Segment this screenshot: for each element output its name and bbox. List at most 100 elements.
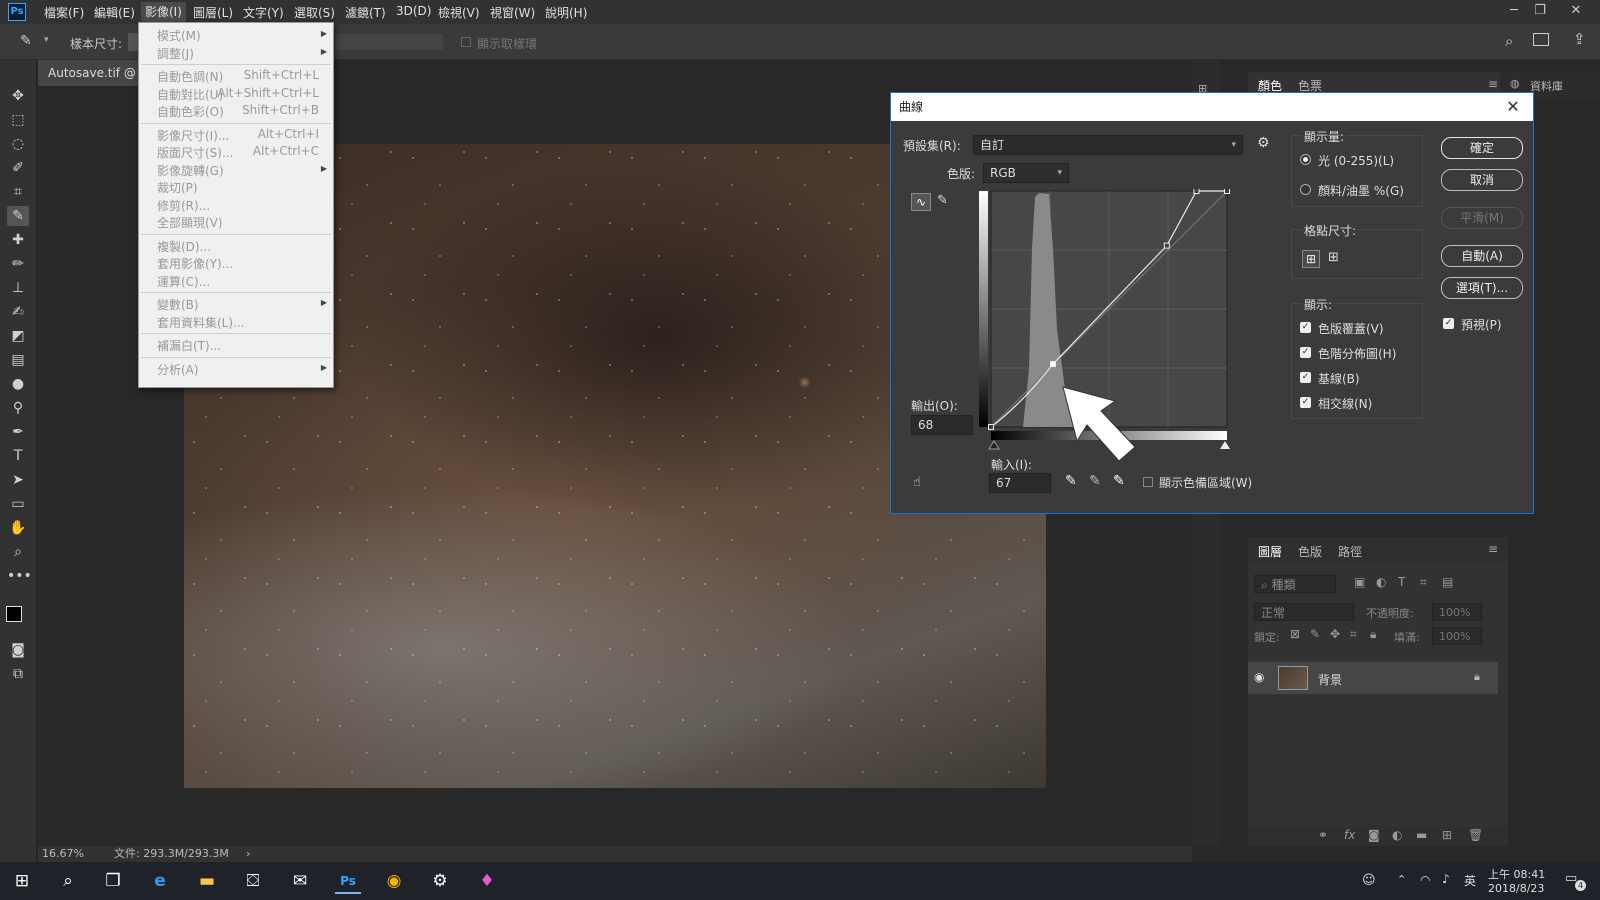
menu-window[interactable]: 視窗(W): [490, 4, 535, 21]
lock-all-icon[interactable]: 🔒︎: [1370, 627, 1376, 642]
image-menu-item[interactable]: 補漏白(T)...: [157, 337, 221, 354]
image-menu-item[interactable]: 變數(B): [157, 296, 199, 313]
new-group-icon[interactable]: ▬: [1416, 828, 1427, 842]
menu-view[interactable]: 檢視(V): [438, 4, 480, 21]
options-button[interactable]: 選項(T)...: [1441, 277, 1523, 299]
eyedropper-tool-icon[interactable]: ✎: [7, 206, 29, 226]
detailed-grid-icon[interactable]: ⊞: [1328, 250, 1339, 265]
kind-filter-select[interactable]: ⌕ 種類: [1254, 575, 1336, 593]
windows-start-icon[interactable]: ⊞: [9, 868, 35, 894]
image-menu-item[interactable]: 複製(D)...: [157, 238, 211, 255]
zoom-tool-icon[interactable]: ⌕: [7, 542, 29, 562]
image-menu-item[interactable]: 調整(J): [157, 45, 194, 62]
image-menu-item[interactable]: 影像尺寸(I)...: [157, 127, 229, 144]
input-field[interactable]: 67: [989, 473, 1051, 493]
preview-checkbox[interactable]: ✓: [1443, 318, 1454, 329]
image-menu-item[interactable]: 套用影像(Y)...: [157, 255, 233, 272]
show-ring-checkbox[interactable]: [461, 37, 471, 47]
layer-name[interactable]: 背景: [1318, 671, 1342, 688]
filter-adjust-icon[interactable]: ◐: [1376, 575, 1386, 589]
menu-3d[interactable]: 3D(D): [396, 4, 431, 18]
foreground-color-swatch[interactable]: [6, 606, 22, 622]
ok-button[interactable]: 確定: [1441, 137, 1523, 159]
screen-mode-icon[interactable]: ⧉: [7, 664, 29, 684]
layers-menu-icon[interactable]: ≡: [1488, 542, 1498, 556]
fill-field[interactable]: 100%: [1432, 627, 1482, 645]
brush-tool-icon[interactable]: ✏: [7, 254, 29, 274]
file-explorer-icon[interactable]: ▬: [194, 868, 220, 894]
task-view-icon[interactable]: ❐: [100, 868, 126, 894]
settings-gear-icon[interactable]: ⚙: [427, 868, 453, 894]
gray-eyedropper-icon[interactable]: ✎: [1089, 473, 1101, 489]
pen-tool-icon[interactable]: ✒: [7, 422, 29, 442]
people-icon[interactable]: ☺: [1362, 873, 1376, 888]
menu-edit[interactable]: 編輯(E): [94, 4, 135, 21]
hand-tool-icon[interactable]: ✋: [7, 518, 29, 538]
chrome-icon[interactable]: ◉: [381, 868, 407, 894]
add-mask-icon[interactable]: ◙: [1368, 828, 1380, 842]
auto-button[interactable]: 自動(A): [1441, 245, 1523, 267]
close-icon[interactable]: ✕: [1503, 93, 1523, 121]
path-select-tool-icon[interactable]: ➤: [7, 470, 29, 490]
histogram-checkbox[interactable]: ✓: [1300, 347, 1311, 358]
image-menu-item[interactable]: 運算(C)...: [157, 273, 210, 290]
move-tool-icon[interactable]: ✥: [7, 86, 29, 106]
intersection-checkbox[interactable]: ✓: [1300, 397, 1311, 408]
paint3d-icon[interactable]: ♦: [474, 868, 500, 894]
healing-tool-icon[interactable]: ✚: [7, 230, 29, 250]
channel-overlays-checkbox[interactable]: ✓: [1300, 322, 1311, 333]
baseline-checkbox[interactable]: ✓: [1300, 372, 1311, 383]
quick-select-tool-icon[interactable]: ✐: [7, 158, 29, 178]
libraries-icon[interactable]: ◍: [1510, 77, 1520, 90]
restore-icon[interactable]: ❐: [1530, 2, 1550, 20]
workspace-icon[interactable]: [1533, 33, 1549, 46]
menu-select[interactable]: 選取(S): [294, 4, 335, 21]
menu-layer[interactable]: 圖層(L): [193, 4, 233, 21]
close-icon[interactable]: ✕: [1566, 2, 1586, 20]
history-brush-tool-icon[interactable]: ✍: [7, 302, 29, 322]
lasso-tool-icon[interactable]: ◌: [7, 134, 29, 154]
curve-control-point[interactable]: [988, 424, 994, 430]
curve-control-point[interactable]: [1050, 361, 1057, 368]
gradient-tool-icon[interactable]: ▤: [7, 350, 29, 370]
link-layers-icon[interactable]: ⚭: [1318, 828, 1328, 842]
crop-tool-icon[interactable]: ⌗: [7, 182, 29, 202]
wifi-icon[interactable]: ◠: [1420, 873, 1430, 887]
visibility-eye-icon[interactable]: ◉: [1254, 670, 1264, 684]
store-icon[interactable]: ⛋: [240, 868, 266, 894]
photoshop-taskbar-icon[interactable]: Ps: [335, 868, 361, 894]
lock-artboard-icon[interactable]: ⌗: [1350, 627, 1357, 642]
menu-filter[interactable]: 濾鏡(T): [345, 4, 386, 21]
stamp-tool-icon[interactable]: ⊥: [7, 278, 29, 298]
cancel-button[interactable]: 取消: [1441, 169, 1523, 191]
libraries-label[interactable]: 資料庫: [1530, 78, 1563, 94]
filter-shape-icon[interactable]: ⌗: [1420, 575, 1427, 590]
shape-tool-icon[interactable]: ▭: [7, 494, 29, 514]
panel-menu-icon[interactable]: ≡: [1488, 77, 1498, 91]
search-icon[interactable]: ⌕: [55, 868, 81, 894]
fx-icon[interactable]: fx: [1344, 828, 1355, 842]
type-tool-icon[interactable]: T: [7, 446, 29, 466]
dodge-tool-icon[interactable]: ⚲: [7, 398, 29, 418]
new-layer-icon[interactable]: ⊞: [1442, 828, 1452, 842]
curve-control-point[interactable]: [1224, 189, 1230, 194]
image-menu-item[interactable]: 模式(M): [157, 27, 201, 44]
zoom-level[interactable]: 16.67%: [42, 846, 84, 862]
chevron-up-icon[interactable]: ⌃: [1397, 873, 1406, 886]
share-icon[interactable]: ⇪: [1573, 30, 1586, 48]
show-clipping-checkbox[interactable]: [1143, 477, 1153, 487]
layer-lock-icon[interactable]: 🔒︎: [1474, 670, 1480, 684]
opacity-field[interactable]: 100%: [1432, 603, 1482, 621]
black-eyedropper-icon[interactable]: ✎: [1065, 473, 1077, 489]
ime-indicator[interactable]: 英: [1464, 872, 1476, 889]
preset-select[interactable]: 自訂 ▾: [973, 135, 1243, 155]
curve-control-point[interactable]: [1193, 189, 1200, 194]
on-image-adjust-icon[interactable]: ☝: [913, 475, 921, 490]
gear-icon[interactable]: ⚙: [1257, 135, 1270, 151]
mail-icon[interactable]: ✉: [287, 868, 313, 894]
tab-channels[interactable]: 色版: [1298, 543, 1322, 560]
menu-help[interactable]: 說明(H): [545, 4, 587, 21]
image-menu-item[interactable]: 版面尺寸(S)...: [157, 144, 233, 161]
sample-select[interactable]: [334, 33, 444, 51]
pigment-radio[interactable]: [1300, 184, 1311, 195]
